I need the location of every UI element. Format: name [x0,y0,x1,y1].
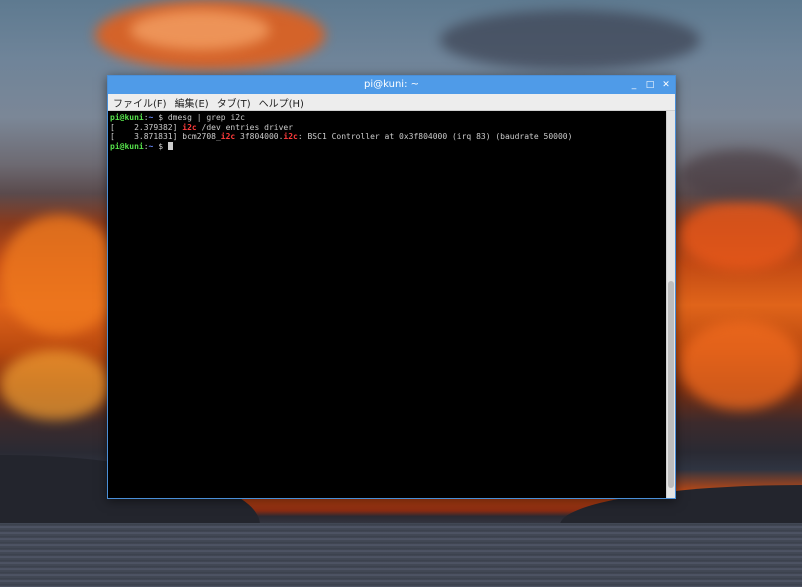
match-highlight: i2c [283,132,298,141]
prompt-user: pi@kuni [110,141,144,151]
match-highlight: i2c [182,122,197,132]
desktop: pi@kuni: ~ _ □ ✕ ファイル(F) 編集(E) タブ(T) ヘルプ… [0,0,802,587]
terminal-window[interactable]: pi@kuni: ~ _ □ ✕ ファイル(F) 編集(E) タブ(T) ヘルプ… [107,75,676,499]
scrollbar-thumb[interactable] [668,281,674,488]
log-text: /dev entries driver [196,122,294,132]
maximize-icon[interactable]: □ [645,80,655,90]
log-text: : BSC1 Controller at 0x3f804000 (irq 83)… [297,132,573,141]
wallpaper-cloud [0,350,110,420]
vertical-scrollbar[interactable] [666,111,675,498]
window-title: pi@kuni: ~ [364,79,419,90]
terminal-line: [ 3.871831] bcm2708_i2c 3f804000.i2c: BS… [110,132,664,142]
prompt-dollar: $ [153,141,168,151]
log-text: 3f804000. [235,132,284,141]
close-icon[interactable]: ✕ [661,80,671,90]
terminal-output[interactable]: pi@kuni:~ $ dmesg | grep i2c[ 2.379382] … [108,111,666,498]
title-bar[interactable]: pi@kuni: ~ _ □ ✕ [108,76,675,94]
menu-edit[interactable]: 編集(E) [175,95,209,110]
match-highlight: i2c [220,132,236,141]
minimize-icon[interactable]: _ [629,80,639,90]
wallpaper-cloud [0,215,120,335]
terminal-line: pi@kuni:~ $ [110,141,664,152]
prompt-user: pi@kuni [110,113,144,122]
wallpaper-cloud [680,150,802,200]
terminal-area: pi@kuni:~ $ dmesg | grep i2c[ 2.379382] … [108,111,675,498]
menu-tabs[interactable]: タブ(T) [217,95,251,110]
window-controls: _ □ ✕ [629,76,671,94]
terminal-line: [ 2.379382] i2c /dev entries driver [110,123,664,133]
text-cursor [167,141,173,150]
prompt-dollar: $ [153,113,168,122]
command-text: dmesg | grep i2c [167,113,245,122]
wallpaper-cloud [680,320,802,410]
log-prefix: [ 3.871831] bcm2708_ [110,132,221,141]
wallpaper-cloud [680,200,802,270]
menu-help[interactable]: ヘルプ(H) [259,95,304,110]
terminal-line: pi@kuni:~ $ dmesg | grep i2c [110,113,664,123]
wallpaper-cloud [440,10,700,70]
log-prefix: [ 2.379382] [110,122,183,132]
wallpaper-cloud [130,10,270,50]
wallpaper-sea [0,523,802,587]
menu-file[interactable]: ファイル(F) [113,95,167,110]
menu-bar: ファイル(F) 編集(E) タブ(T) ヘルプ(H) [108,94,675,111]
